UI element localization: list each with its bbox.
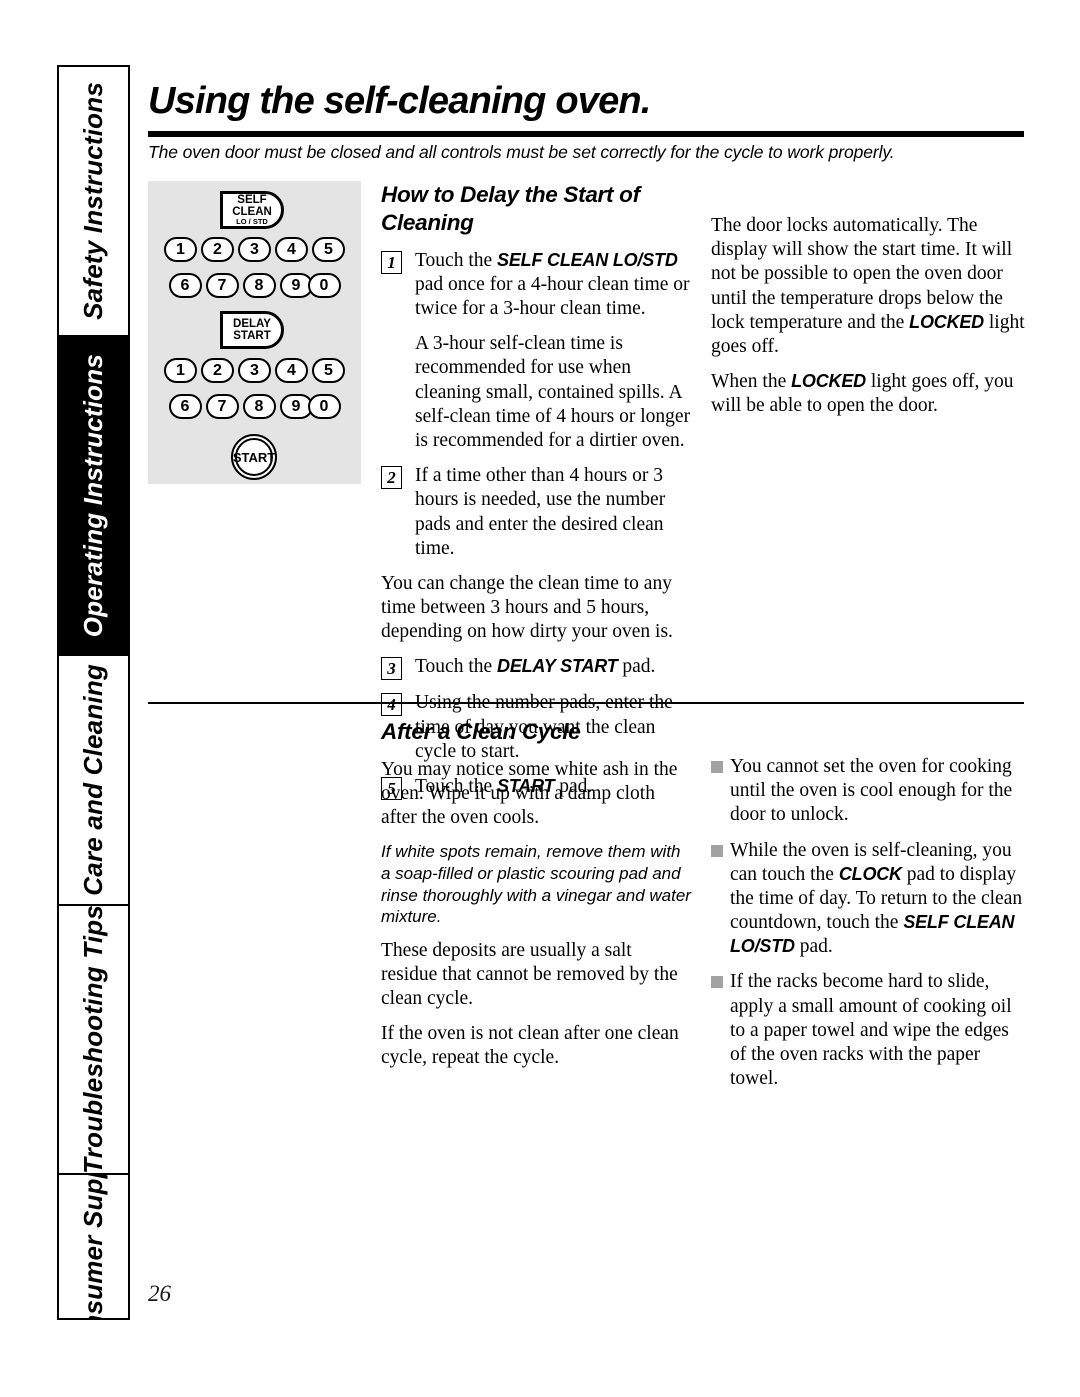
step-1-note: A 3-hour self-clean time is recommended … <box>415 333 691 451</box>
number-key[interactable]: 8 <box>242 273 276 298</box>
number-key[interactable]: 2 <box>201 237 234 262</box>
sidebar-item-label: Consumer Support <box>78 1175 108 1318</box>
number-key[interactable]: 6 <box>168 273 202 298</box>
square-bullet-icon <box>711 761 723 773</box>
sidebar-item-label: Operating Instructions <box>78 353 108 637</box>
sidebar-item-operating-instructions[interactable]: Operating Instructions <box>59 336 128 657</box>
delay-start-instructions-column: How to Delay the Start of Cleaning 1 Tou… <box>381 181 693 811</box>
step-text: Touch the DELAY START pad. <box>415 655 693 679</box>
number-key[interactable]: 6 <box>168 394 202 419</box>
start-pad[interactable]: START <box>231 434 277 480</box>
step-3: 3 Touch the DELAY START pad. <box>381 655 693 681</box>
list-item: You cannot set the oven for cooking unti… <box>711 755 1029 828</box>
step-number: 4 <box>381 693 402 717</box>
lead-paragraph: The oven door must be closed and all con… <box>148 142 895 162</box>
sidebar-item-care-and-cleaning[interactable]: Care and Cleaning <box>59 656 128 906</box>
step-number: 1 <box>381 250 402 274</box>
bullet-text: If the racks become hard to slide, apply… <box>730 971 1012 1090</box>
delay-start-pad[interactable]: DELAY START <box>220 311 284 349</box>
page-number: 26 <box>148 1281 171 1306</box>
number-key[interactable]: 5 <box>312 237 345 262</box>
section-heading-after-a-clean-cycle: After a Clean Cycle <box>381 719 581 744</box>
number-key[interactable]: 8 <box>242 394 276 419</box>
start-pad-label: START <box>233 438 275 476</box>
control-panel-diagram: SELF CLEAN LO / STD 1 2 3 4 5 6 7 8 9 0 … <box>148 181 361 484</box>
door-unlock-paragraph: When the LOCKED light goes off, you will… <box>711 370 1026 418</box>
locked-light-reference: LOCKED <box>909 311 984 332</box>
page-title: Using the self-cleaning oven. <box>148 80 651 122</box>
number-key[interactable]: 5 <box>312 358 345 383</box>
number-key[interactable]: 4 <box>275 358 308 383</box>
number-key[interactable]: 4 <box>275 237 308 262</box>
step-text-pre: Touch the <box>415 249 498 271</box>
step-text: Touch the SELF CLEAN LO/STD pad once for… <box>415 249 693 322</box>
sidebar-item-safety-instructions[interactable]: Safety Instructions <box>59 67 128 337</box>
locked-light-reference: LOCKED <box>791 371 866 392</box>
bullet-text: You cannot set the oven for cooking unti… <box>730 756 1013 826</box>
number-key[interactable]: 0 <box>307 394 341 419</box>
number-key[interactable]: 3 <box>238 237 271 262</box>
list-item: While the oven is self-cleaning, you can… <box>711 839 1029 960</box>
section-divider <box>148 702 1024 704</box>
step-text: If a time other than 4 hours or 3 hours … <box>415 465 666 559</box>
step-text-pre: Touch the <box>415 656 498 678</box>
sidebar-item-consumer-support[interactable]: Consumer Support <box>59 1175 128 1318</box>
bullet-text: While the oven is self-cleaning, you can… <box>730 839 1029 960</box>
step-text-post: pad. <box>617 656 656 678</box>
sidebar-item-label: Safety Instructions <box>78 81 108 320</box>
clock-pad-reference: CLOCK <box>838 863 902 884</box>
self-clean-pad[interactable]: SELF CLEAN LO / STD <box>220 191 284 229</box>
number-pad-row-4: 6 7 8 9 0 <box>148 394 361 419</box>
square-bullet-icon <box>711 844 723 857</box>
door-lock-paragraph: The door locks automatically. The displa… <box>711 214 1026 359</box>
step-1: 1 Touch the SELF CLEAN LO/STD pad once f… <box>381 249 693 322</box>
number-key[interactable]: 1 <box>164 358 197 383</box>
after-clean-bullets-column: You cannot set the oven for cooking unti… <box>711 755 1029 1102</box>
salt-residue-paragraph: These deposits are usually a salt residu… <box>381 939 678 1010</box>
door-lock-info-column: The door locks automatically. The displa… <box>711 214 1026 418</box>
number-key[interactable]: 0 <box>307 273 341 298</box>
section-heading-how-to-delay: How to Delay the Start of Cleaning <box>381 182 640 235</box>
after-clean-cycle-column: After a Clean Cycle You may notice some … <box>381 718 691 1071</box>
bullet-text-c: pad. <box>794 936 833 958</box>
number-key[interactable]: 2 <box>201 358 234 383</box>
step-text-post: pad once for a 4-hour clean time or twic… <box>415 273 690 320</box>
step-2: 2 If a time other than 4 hours or 3 hour… <box>381 464 693 561</box>
sidebar-item-label: Troubleshooting Tips <box>78 905 108 1174</box>
pad-reference: DELAY START <box>497 656 618 677</box>
pad-reference: SELF CLEAN LO/STD <box>497 249 678 270</box>
number-key[interactable]: 7 <box>205 394 239 419</box>
number-pad-row-2: 6 7 8 9 0 <box>148 273 361 298</box>
number-key[interactable]: 7 <box>205 273 239 298</box>
clean-time-range-note: You can change the clean time to any tim… <box>381 572 673 643</box>
title-divider <box>148 131 1024 137</box>
number-key[interactable]: 3 <box>238 358 271 383</box>
door-unlock-text-a: When the <box>711 371 792 393</box>
white-ash-paragraph: You may notice some white ash in the ove… <box>381 758 678 829</box>
delay-start-pad-line2: START <box>233 330 271 342</box>
white-spots-paragraph: If white spots remain, remove them with … <box>381 842 691 927</box>
list-item: If the racks become hard to slide, apply… <box>711 970 1029 1091</box>
sidebar-tab-strip: Safety Instructions Operating Instructio… <box>57 65 130 1320</box>
self-clean-pad-line1: SELF <box>237 194 267 206</box>
square-bullet-icon <box>711 976 723 989</box>
repeat-cycle-paragraph: If the oven is not clean after one clean… <box>381 1023 679 1069</box>
delay-start-pad-line1: DELAY <box>233 317 271 330</box>
step-number: 3 <box>381 657 402 681</box>
sidebar-item-label: Care and Cleaning <box>78 664 108 896</box>
number-key[interactable]: 1 <box>164 237 197 262</box>
step-number: 2 <box>381 466 402 490</box>
sidebar-item-troubleshooting-tips[interactable]: Troubleshooting Tips <box>59 905 128 1176</box>
self-clean-pad-line3: LO / STD <box>236 217 268 227</box>
number-pad-row-1: 1 2 3 4 5 <box>148 237 361 262</box>
number-pad-row-3: 1 2 3 4 5 <box>148 358 361 383</box>
